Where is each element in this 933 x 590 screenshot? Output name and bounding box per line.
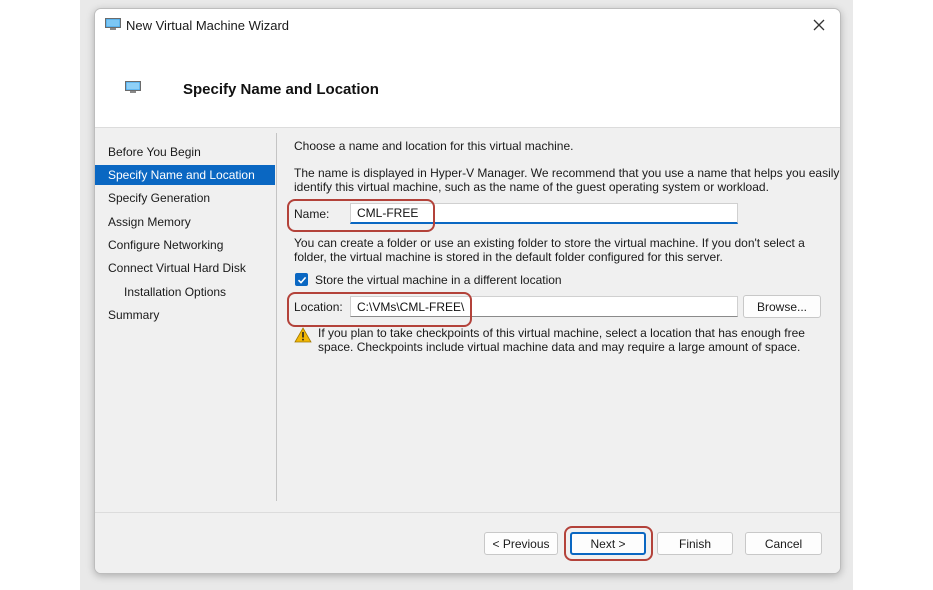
location-input[interactable] bbox=[350, 296, 738, 317]
name-description-line1: The name is displayed in Hyper-V Manager… bbox=[294, 166, 840, 180]
step-assign-memory[interactable]: Assign Memory bbox=[95, 212, 275, 232]
previous-button[interactable]: < Previous bbox=[484, 532, 558, 555]
vm-monitor-icon bbox=[105, 18, 121, 30]
window-title: New Virtual Machine Wizard bbox=[126, 18, 290, 33]
browse-button[interactable]: Browse... bbox=[743, 295, 821, 318]
checkmark-icon bbox=[297, 276, 306, 284]
title-bar: New Virtual Machine Wizard bbox=[95, 9, 840, 41]
name-description-line2: identify this virtual machine, such as t… bbox=[294, 180, 769, 194]
wizard-window: New Virtual Machine Wizard Specify Name … bbox=[94, 8, 841, 574]
warning-line2: space. Checkpoints include virtual machi… bbox=[318, 340, 801, 354]
folder-description-line2: folder, the virtual machine is stored in… bbox=[294, 250, 723, 264]
finish-button[interactable]: Finish bbox=[657, 532, 733, 555]
store-location-label[interactable]: Store the virtual machine in a different… bbox=[315, 273, 562, 287]
name-label: Name: bbox=[294, 207, 330, 221]
step-connect-virtual-hard-disk[interactable]: Connect Virtual Hard Disk bbox=[95, 258, 275, 278]
location-label: Location: bbox=[294, 300, 343, 314]
cancel-button[interactable]: Cancel bbox=[745, 532, 822, 555]
page-title: Specify Name and Location bbox=[183, 81, 379, 98]
step-before-you-begin[interactable]: Before You Begin bbox=[95, 142, 275, 162]
wizard-step-list: Before You Begin Specify Name and Locati… bbox=[95, 128, 277, 503]
step-specify-generation[interactable]: Specify Generation bbox=[95, 188, 275, 208]
close-button[interactable] bbox=[804, 12, 834, 38]
sidebar-divider bbox=[276, 133, 277, 501]
step-specify-name-and-location[interactable]: Specify Name and Location bbox=[95, 165, 275, 185]
next-button[interactable]: Next > bbox=[570, 532, 646, 555]
warning-icon bbox=[294, 327, 312, 343]
step-summary[interactable]: Summary bbox=[95, 305, 275, 325]
vm-monitor-icon bbox=[125, 81, 141, 93]
warning-line1: If you plan to take checkpoints of this … bbox=[318, 326, 805, 340]
name-input[interactable] bbox=[350, 203, 738, 224]
folder-description-line1: You can create a folder or use an existi… bbox=[294, 236, 805, 250]
step-installation-options[interactable]: Installation Options bbox=[95, 282, 275, 302]
wizard-header: Specify Name and Location bbox=[95, 41, 840, 128]
close-icon bbox=[813, 19, 825, 31]
store-location-checkbox[interactable] bbox=[295, 273, 308, 286]
step-configure-networking[interactable]: Configure Networking bbox=[95, 235, 275, 255]
intro-text: Choose a name and location for this virt… bbox=[294, 139, 574, 153]
